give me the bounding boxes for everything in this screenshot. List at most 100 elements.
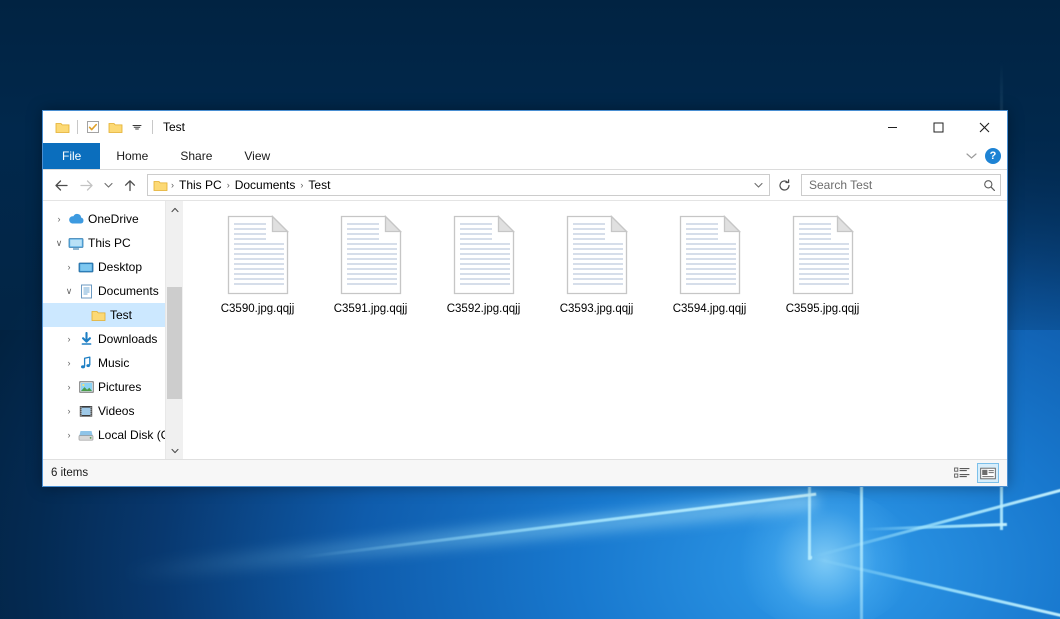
- ribbon-tab-bar: File Home Share View ?: [43, 143, 1007, 170]
- ribbon-right-controls: ?: [966, 143, 1001, 169]
- tab-view[interactable]: View: [228, 143, 286, 169]
- details-view-button[interactable]: [951, 463, 973, 483]
- folder-tree: › OneDrive ∨ This PC ›: [43, 201, 183, 447]
- videos-icon: [77, 405, 95, 418]
- minimize-button[interactable]: [869, 111, 915, 143]
- folder-icon: [153, 179, 168, 192]
- sidebar-item-videos[interactable]: › Videos: [43, 399, 183, 423]
- recent-locations-button[interactable]: [99, 173, 117, 197]
- scroll-down-button[interactable]: [166, 442, 183, 459]
- generic-document-icon: [678, 215, 742, 295]
- chevron-right-icon[interactable]: ›: [61, 358, 77, 368]
- sidebar-item-local-disk-c[interactable]: › Local Disk (C:): [43, 423, 183, 447]
- download-icon: [77, 332, 95, 346]
- sidebar-item-documents[interactable]: ∨ Documents: [43, 279, 183, 303]
- view-mode-buttons: [951, 463, 999, 483]
- wallpaper-diffuse-beam: [119, 493, 817, 582]
- tab-home[interactable]: Home: [100, 143, 164, 169]
- sidebar-item-label: Documents: [98, 284, 159, 298]
- navigation-pane: › OneDrive ∨ This PC ›: [43, 201, 183, 459]
- chevron-down-icon[interactable]: [749, 175, 767, 195]
- refresh-button[interactable]: [773, 174, 795, 196]
- new-folder-icon[interactable]: [104, 116, 126, 138]
- file-item[interactable]: C3591.jpg.qqjj: [314, 209, 427, 315]
- chevron-right-icon[interactable]: ›: [51, 214, 67, 224]
- back-button[interactable]: [49, 173, 73, 197]
- up-button[interactable]: [118, 173, 142, 197]
- file-name: C3595.jpg.qqjj: [786, 303, 860, 315]
- navigation-pane-scrollbar[interactable]: [165, 201, 183, 459]
- search-icon[interactable]: [983, 179, 996, 192]
- address-bar-end: [749, 175, 767, 195]
- sidebar-item-label: Downloads: [98, 332, 157, 346]
- drive-icon: [77, 429, 95, 442]
- sidebar-item-label: Pictures: [98, 380, 141, 394]
- breadcrumb-test[interactable]: Test: [304, 178, 334, 192]
- generic-document-icon: [452, 215, 516, 295]
- generic-document-icon: [791, 215, 855, 295]
- toolbar-divider: [77, 120, 78, 134]
- sidebar-item-label: Test: [110, 308, 132, 322]
- folder-icon[interactable]: [51, 116, 73, 138]
- chevron-right-icon[interactable]: ›: [61, 334, 77, 344]
- sidebar-item-label: This PC: [88, 236, 131, 250]
- breadcrumb-this-pc[interactable]: This PC: [175, 178, 226, 192]
- help-icon[interactable]: ?: [985, 148, 1001, 164]
- chevron-right-icon[interactable]: ›: [61, 406, 77, 416]
- sidebar-item-label: Desktop: [98, 260, 142, 274]
- pictures-icon: [77, 381, 95, 393]
- chevron-right-icon[interactable]: ›: [61, 382, 77, 392]
- file-item[interactable]: C3594.jpg.qqjj: [653, 209, 766, 315]
- address-bar-row: › This PC › Documents › Test Search Test: [43, 170, 1007, 200]
- maximize-button[interactable]: [915, 111, 961, 143]
- sidebar-item-downloads[interactable]: › Downloads: [43, 327, 183, 351]
- toolbar-divider: [152, 120, 153, 134]
- forward-button[interactable]: [74, 173, 98, 197]
- chevron-down-icon[interactable]: [126, 116, 148, 138]
- sidebar-item-this-pc[interactable]: ∨ This PC: [43, 231, 183, 255]
- status-bar: 6 items: [43, 459, 1007, 486]
- sidebar-item-test[interactable]: Test: [43, 303, 183, 327]
- file-name: C3593.jpg.qqjj: [560, 303, 634, 315]
- chevron-right-icon[interactable]: ›: [61, 430, 77, 440]
- chevron-right-icon[interactable]: ›: [61, 262, 77, 272]
- folder-icon: [89, 309, 107, 322]
- desktop-icon: [77, 261, 95, 274]
- file-item[interactable]: C3592.jpg.qqjj: [427, 209, 540, 315]
- properties-icon[interactable]: [82, 116, 104, 138]
- scroll-up-button[interactable]: [166, 201, 183, 218]
- music-icon: [77, 356, 95, 370]
- large-icons-view-button[interactable]: [977, 463, 999, 483]
- tab-share[interactable]: Share: [164, 143, 228, 169]
- close-button[interactable]: [961, 111, 1007, 143]
- quick-access-toolbar: Test: [43, 116, 185, 138]
- address-bar[interactable]: › This PC › Documents › Test: [147, 174, 770, 196]
- sidebar-item-music[interactable]: › Music: [43, 351, 183, 375]
- item-count-label: 6 items: [51, 467, 88, 479]
- generic-document-icon: [226, 215, 290, 295]
- chevron-down-icon[interactable]: ∨: [51, 238, 67, 249]
- generic-document-icon: [339, 215, 403, 295]
- search-box[interactable]: Search Test: [801, 174, 1001, 196]
- sidebar-item-pictures[interactable]: › Pictures: [43, 375, 183, 399]
- file-item[interactable]: C3593.jpg.qqjj: [540, 209, 653, 315]
- sidebar-item-onedrive[interactable]: › OneDrive: [43, 207, 183, 231]
- breadcrumb-documents[interactable]: Documents: [231, 178, 300, 192]
- window-body: › OneDrive ∨ This PC ›: [43, 200, 1007, 459]
- cloud-icon: [67, 213, 85, 225]
- tab-file[interactable]: File: [43, 143, 100, 169]
- file-list-pane[interactable]: C3590.jpg.qqjj C3591.j: [183, 201, 1007, 459]
- file-explorer-window: Test File Home Share View: [42, 110, 1008, 487]
- file-item[interactable]: C3595.jpg.qqjj: [766, 209, 879, 315]
- file-item[interactable]: C3590.jpg.qqjj: [201, 209, 314, 315]
- sidebar-item-label: OneDrive: [88, 212, 139, 226]
- file-name: C3590.jpg.qqjj: [221, 303, 295, 315]
- chevron-down-icon[interactable]: ∨: [61, 286, 77, 297]
- documents-icon: [77, 284, 95, 299]
- search-input[interactable]: Search Test: [809, 178, 983, 192]
- desktop-background: Test File Home Share View: [0, 0, 1060, 619]
- sidebar-item-desktop[interactable]: › Desktop: [43, 255, 183, 279]
- title-bar: Test: [43, 111, 1007, 143]
- scrollbar-thumb[interactable]: [167, 287, 182, 399]
- chevron-down-icon[interactable]: [966, 147, 977, 165]
